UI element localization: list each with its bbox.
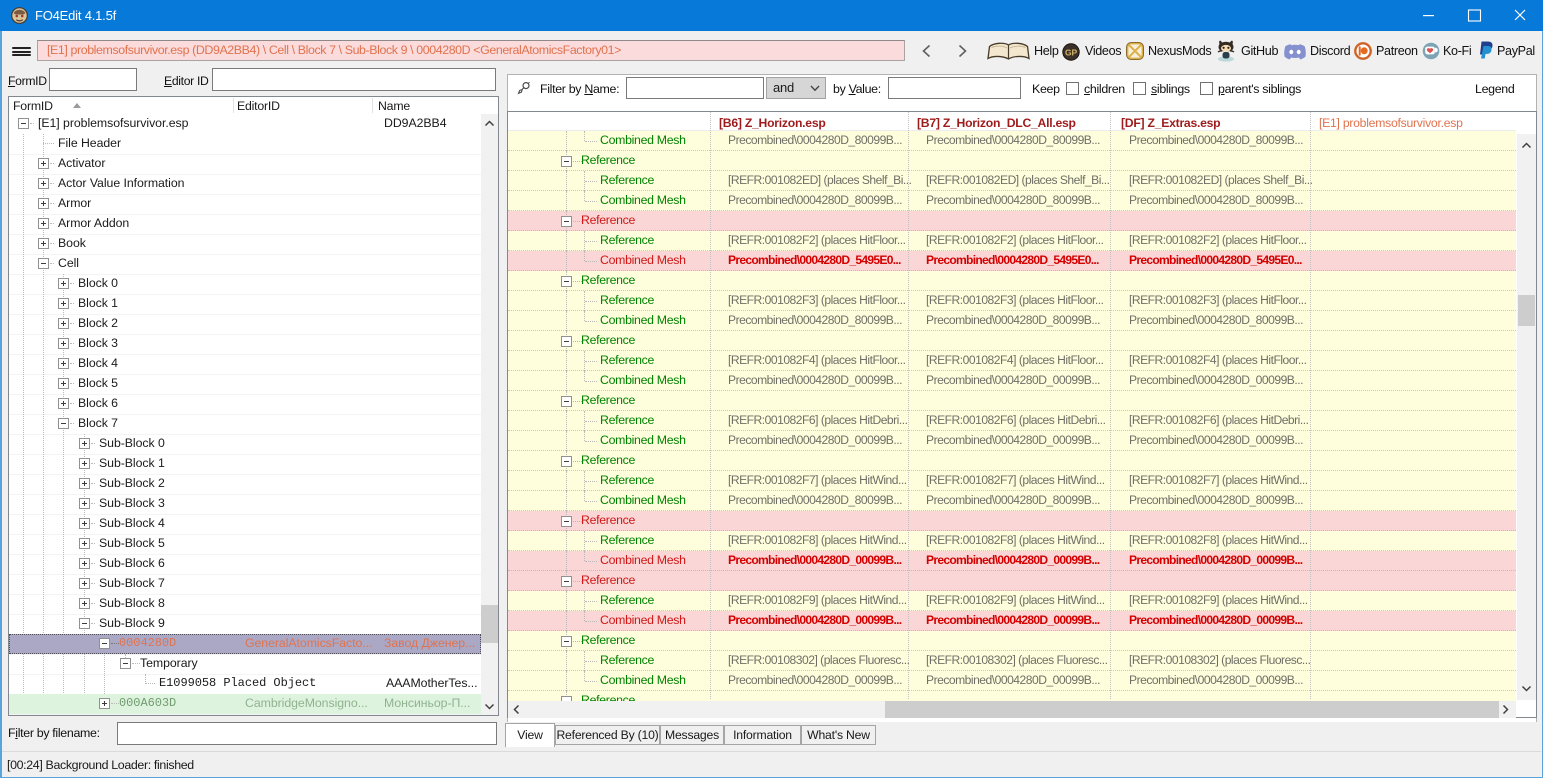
svg-text:GP: GP (1065, 47, 1077, 57)
